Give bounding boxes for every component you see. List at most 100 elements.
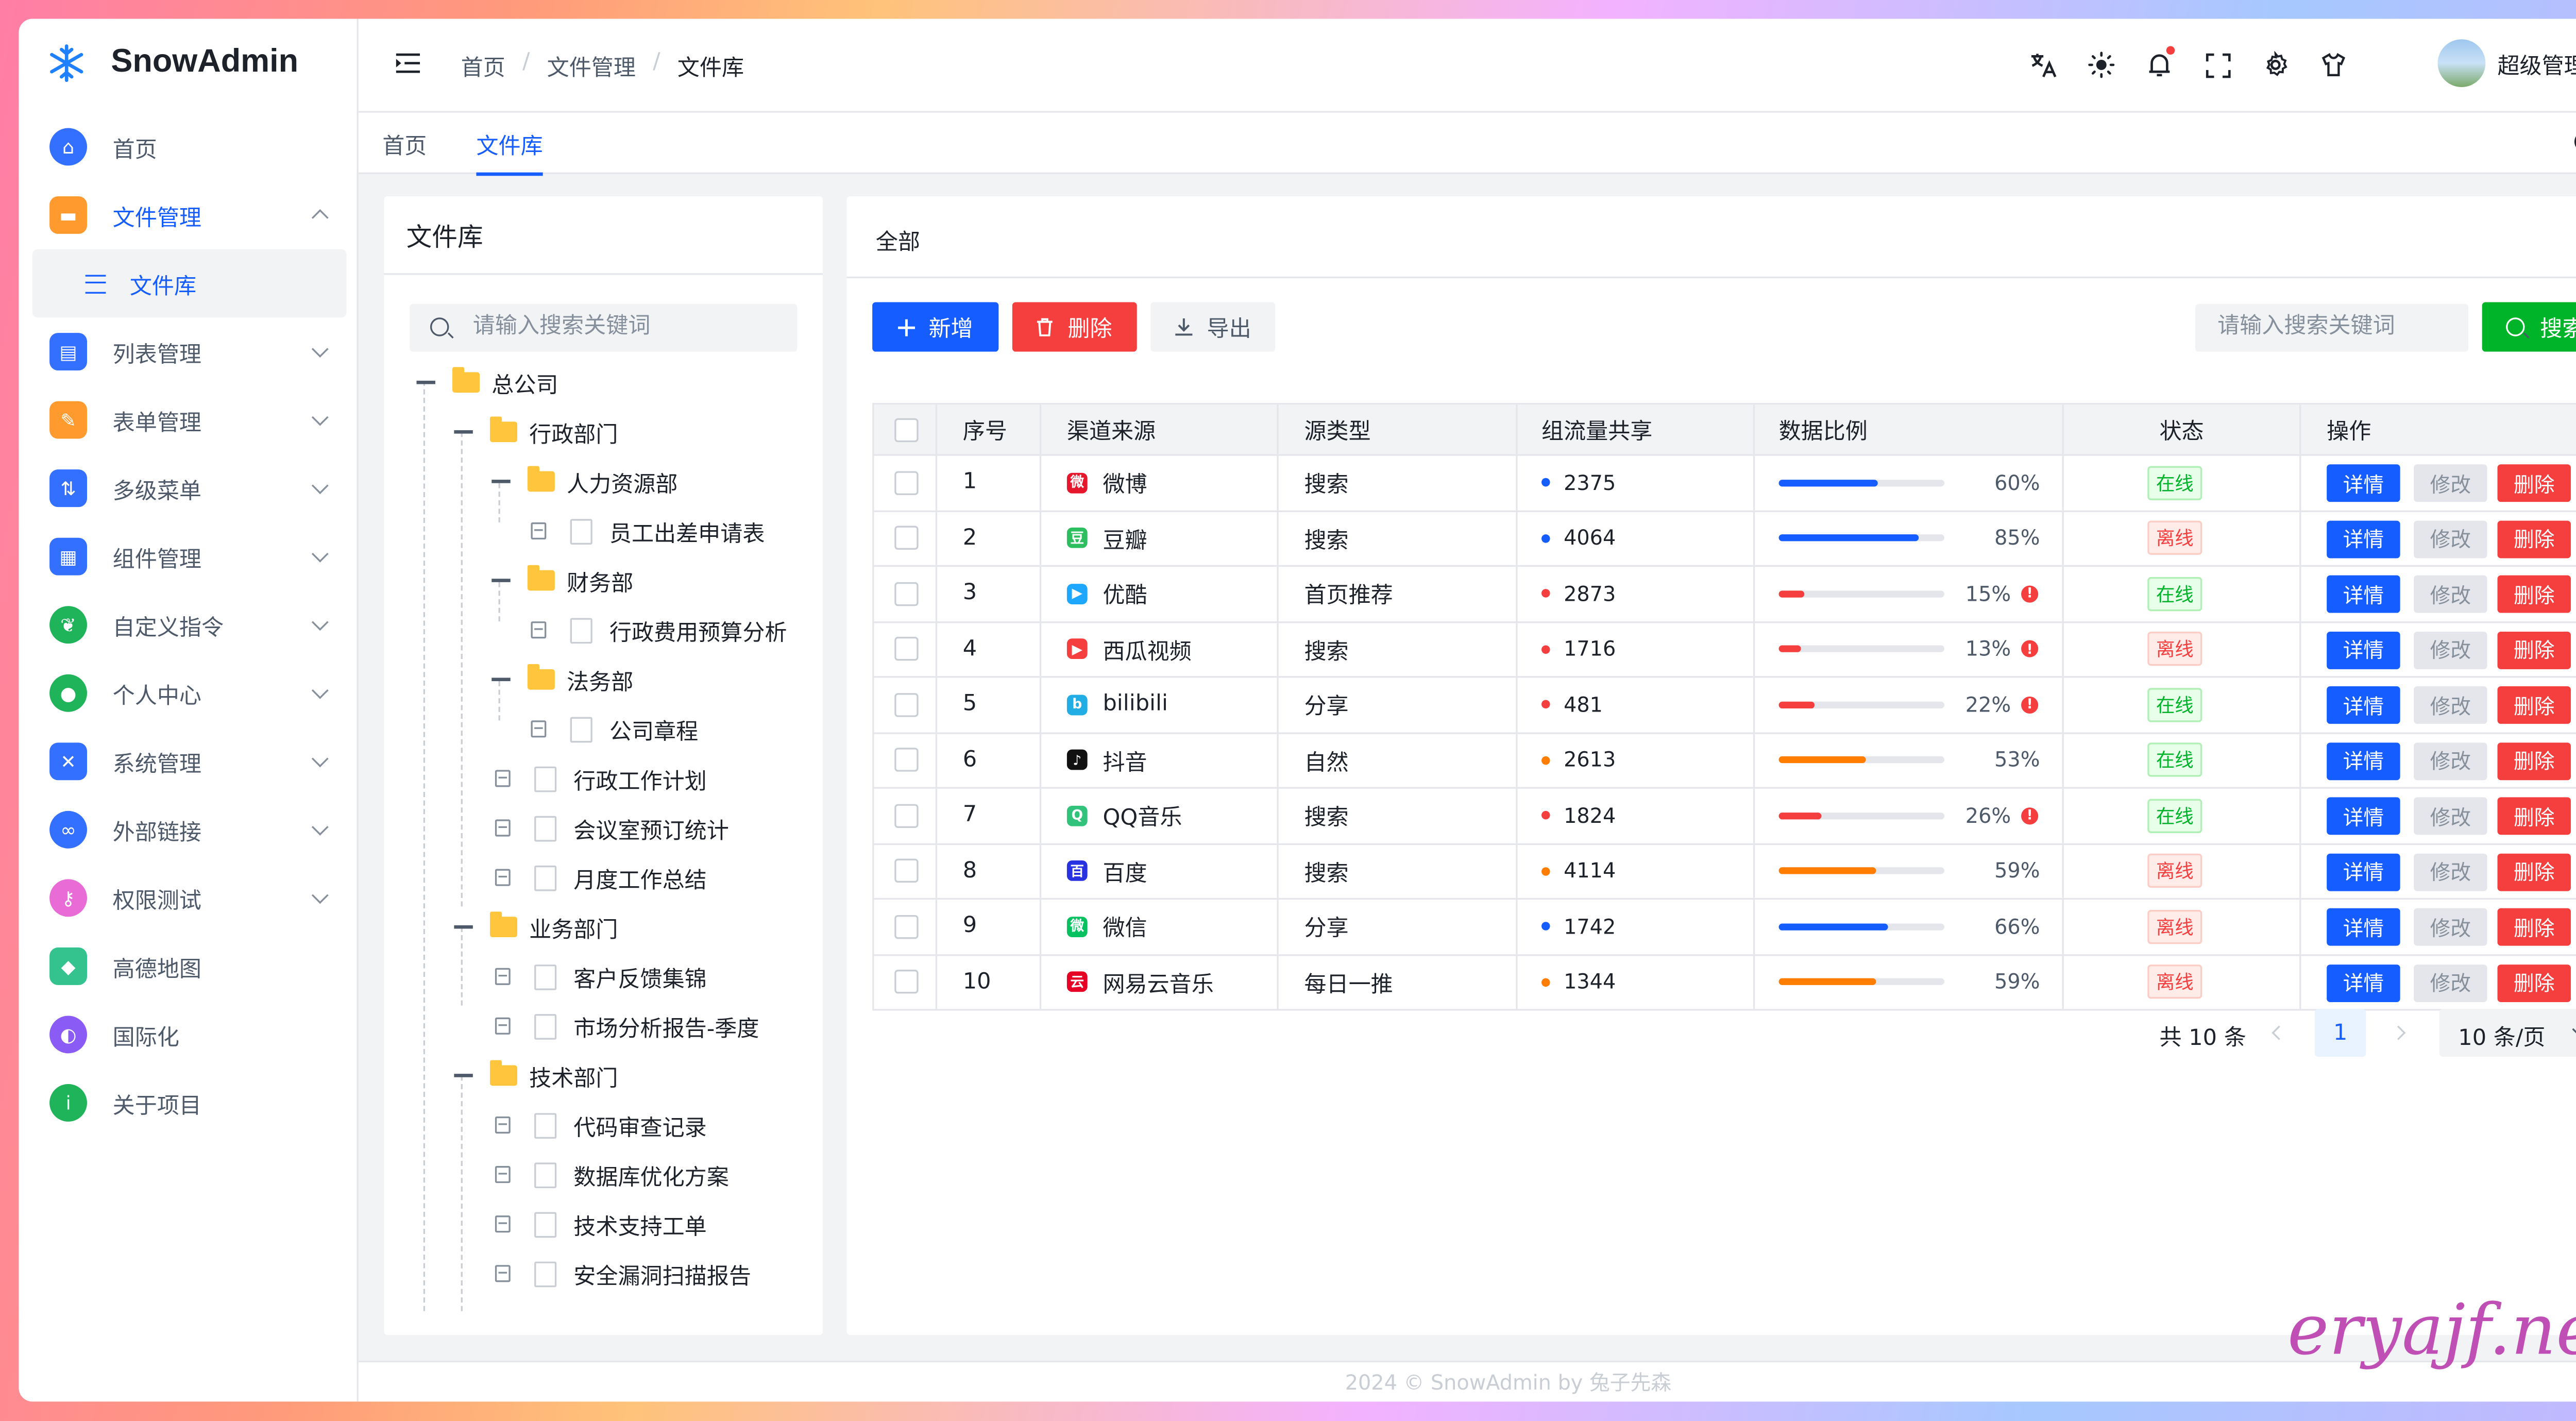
tree-file-node[interactable]: 员工出差申请表 bbox=[528, 512, 765, 550]
edit-button[interactable]: 修改 bbox=[2414, 575, 2487, 613]
tree-file-node[interactable]: 代码审查记录 bbox=[492, 1106, 707, 1144]
sidebar-item[interactable]: ❦ 自定义指令 bbox=[32, 590, 347, 659]
tree-folder-node[interactable]: 总公司 bbox=[416, 364, 558, 401]
tree-file-node[interactable]: 客户反馈集锦 bbox=[492, 958, 707, 995]
export-button[interactable]: 导出 bbox=[1150, 302, 1276, 352]
row-delete-button[interactable]: 删除 bbox=[2497, 464, 2571, 502]
edit-button[interactable]: 修改 bbox=[2414, 631, 2487, 669]
fullscreen-icon[interactable] bbox=[2200, 48, 2234, 82]
refresh-icon[interactable] bbox=[2572, 130, 2576, 154]
user-menu[interactable]: 超级管理员 bbox=[2437, 39, 2576, 87]
collapse-toggle-icon[interactable] bbox=[454, 1074, 473, 1077]
row-checkbox[interactable] bbox=[894, 803, 919, 828]
sidebar-item[interactable]: ▤ 列表管理 bbox=[32, 317, 347, 386]
sidebar-item[interactable]: ⚷ 权限测试 bbox=[32, 864, 347, 933]
detail-button[interactable]: 详情 bbox=[2327, 575, 2400, 613]
edit-button[interactable]: 修改 bbox=[2414, 519, 2487, 557]
tree-folder-node[interactable]: 技术部门 bbox=[454, 1057, 618, 1094]
row-checkbox[interactable] bbox=[894, 582, 919, 606]
detail-button[interactable]: 详情 bbox=[2327, 963, 2400, 1002]
shirt-icon[interactable] bbox=[2316, 48, 2350, 82]
translate-icon[interactable] bbox=[2026, 48, 2060, 82]
detail-button[interactable]: 详情 bbox=[2327, 853, 2400, 890]
add-button[interactable]: 新增 bbox=[872, 302, 999, 352]
sidebar-item[interactable]: ∞ 外部链接 bbox=[32, 796, 347, 864]
tree-file-node[interactable]: 数据库优化方案 bbox=[492, 1156, 729, 1193]
detail-button[interactable]: 详情 bbox=[2327, 797, 2400, 835]
table-search-input[interactable] bbox=[2214, 312, 2469, 342]
next-page-icon[interactable] bbox=[2391, 1025, 2406, 1040]
row-delete-button[interactable]: 删除 bbox=[2497, 853, 2571, 890]
settings-icon[interactable] bbox=[2259, 48, 2293, 82]
row-checkbox[interactable] bbox=[894, 470, 919, 495]
tree-folder-node[interactable]: 人力资源部 bbox=[492, 463, 677, 500]
edit-button[interactable]: 修改 bbox=[2414, 908, 2487, 946]
collapse-toggle-icon[interactable] bbox=[454, 430, 473, 434]
row-checkbox[interactable] bbox=[894, 915, 919, 939]
row-delete-button[interactable]: 删除 bbox=[2497, 908, 2571, 946]
sidebar-item[interactable]: ✕ 系统管理 bbox=[32, 728, 347, 796]
page-size-select[interactable]: 10 条/页 bbox=[2439, 1009, 2576, 1057]
row-delete-button[interactable]: 删除 bbox=[2497, 519, 2571, 557]
tab-home[interactable]: 首页 bbox=[382, 128, 427, 173]
search-button[interactable]: 搜索 bbox=[2482, 302, 2576, 352]
sidebar-item[interactable]: ⇅ 多级菜单 bbox=[32, 454, 347, 522]
row-delete-button[interactable]: 删除 bbox=[2497, 963, 2571, 1002]
sidebar-item[interactable]: 文件库 bbox=[32, 249, 347, 318]
tree-folder-node[interactable]: 法务部 bbox=[492, 661, 633, 698]
tree-folder-node[interactable]: 行政部门 bbox=[454, 413, 618, 451]
prev-page-icon[interactable] bbox=[2272, 1025, 2286, 1040]
page-current[interactable]: 1 bbox=[2314, 1009, 2366, 1057]
detail-button[interactable]: 详情 bbox=[2327, 908, 2400, 946]
detail-button[interactable]: 详情 bbox=[2327, 519, 2400, 557]
collapse-toggle-icon[interactable] bbox=[492, 579, 511, 582]
edit-button[interactable]: 修改 bbox=[2414, 853, 2487, 890]
tree-file-node[interactable]: 行政工作计划 bbox=[492, 759, 707, 797]
tree-file-node[interactable]: 会议室预订统计 bbox=[492, 809, 729, 847]
sidebar-item[interactable]: ✎ 表单管理 bbox=[32, 386, 347, 454]
tab-file-library[interactable]: 文件库 bbox=[476, 128, 543, 176]
row-checkbox[interactable] bbox=[894, 526, 919, 550]
edit-button[interactable]: 修改 bbox=[2414, 464, 2487, 502]
tree-folder-node[interactable]: 业务部门 bbox=[454, 908, 618, 946]
sun-icon[interactable] bbox=[2084, 48, 2119, 82]
tree-file-node[interactable]: 安全漏洞扫描报告 bbox=[492, 1255, 751, 1292]
row-delete-button[interactable]: 删除 bbox=[2497, 741, 2571, 780]
detail-button[interactable]: 详情 bbox=[2327, 741, 2400, 780]
tree-file-node[interactable]: 行政费用预算分析 bbox=[528, 611, 787, 649]
sidebar-item[interactable]: ▬ 文件管理 bbox=[32, 181, 347, 249]
row-delete-button[interactable]: 删除 bbox=[2497, 686, 2571, 724]
sidebar-item[interactable]: ● 个人中心 bbox=[32, 659, 347, 728]
collapse-toggle-icon[interactable] bbox=[492, 480, 511, 483]
row-checkbox[interactable] bbox=[894, 637, 919, 662]
tree-file-node[interactable]: 市场分析报告-季度 bbox=[492, 1007, 759, 1045]
tree-search[interactable] bbox=[410, 303, 798, 352]
tree-search-input[interactable] bbox=[469, 312, 784, 342]
breadcrumb-item[interactable]: 文件管理 bbox=[547, 49, 636, 82]
row-delete-button[interactable]: 删除 bbox=[2497, 797, 2571, 835]
row-delete-button[interactable]: 删除 bbox=[2497, 575, 2571, 613]
logo[interactable]: SnowAdmin bbox=[46, 43, 298, 84]
tree-file-node[interactable]: 公司章程 bbox=[528, 710, 698, 748]
delete-button[interactable]: 删除 bbox=[1012, 302, 1137, 352]
avatar[interactable] bbox=[2437, 39, 2486, 87]
edit-button[interactable]: 修改 bbox=[2414, 741, 2487, 780]
row-checkbox[interactable] bbox=[894, 859, 919, 883]
tree-file-node[interactable]: 技术支持工单 bbox=[492, 1205, 707, 1243]
row-checkbox[interactable] bbox=[894, 748, 919, 772]
detail-button[interactable]: 详情 bbox=[2327, 464, 2400, 502]
row-checkbox[interactable] bbox=[894, 970, 919, 994]
edit-button[interactable]: 修改 bbox=[2414, 797, 2487, 835]
collapse-menu-icon[interactable] bbox=[396, 53, 420, 74]
edit-button[interactable]: 修改 bbox=[2414, 686, 2487, 724]
breadcrumb-item[interactable]: 首页 bbox=[461, 49, 505, 82]
bell-icon[interactable] bbox=[2142, 46, 2176, 82]
row-checkbox[interactable] bbox=[894, 692, 919, 717]
detail-button[interactable]: 详情 bbox=[2327, 686, 2400, 724]
sidebar-item[interactable]: i 关于项目 bbox=[32, 1069, 347, 1137]
collapse-toggle-icon[interactable] bbox=[492, 678, 511, 682]
sidebar-item[interactable]: ◐ 国际化 bbox=[32, 1001, 347, 1069]
tree-folder-node[interactable]: 财务部 bbox=[492, 562, 633, 599]
sidebar-item[interactable]: ◆ 高德地图 bbox=[32, 932, 347, 1001]
sidebar-item[interactable]: ▦ 组件管理 bbox=[32, 522, 347, 591]
